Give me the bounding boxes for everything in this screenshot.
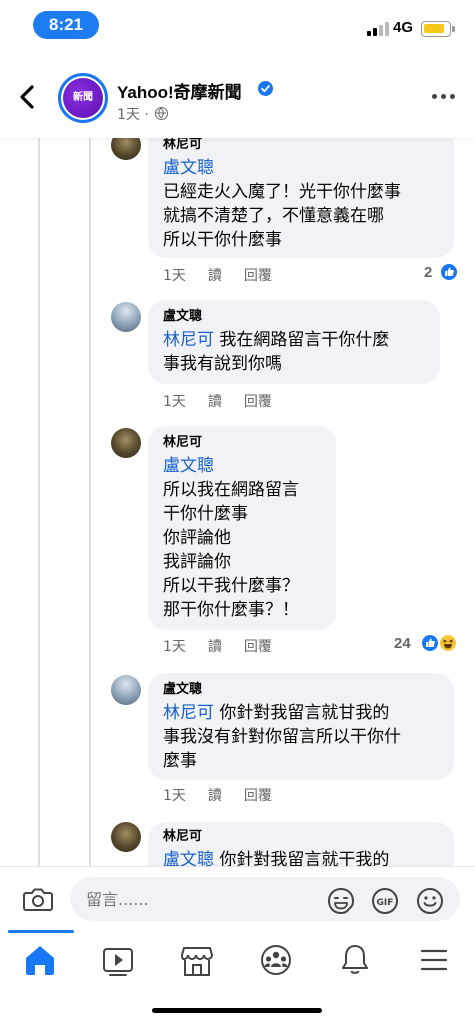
tab-home[interactable]	[18, 940, 62, 980]
comment-body: 所以我在網路留言 干你什麼事 你評論他 我評論你 所以干我什麼事？ 那干你什麼事…	[163, 480, 299, 620]
haha-icon	[438, 633, 458, 653]
comment-age: 1天	[163, 788, 186, 804]
sticker-icon[interactable]	[327, 887, 355, 915]
avatar[interactable]	[111, 822, 141, 852]
tab-active-indicator	[8, 930, 74, 933]
gif-icon[interactable]: GIF	[371, 887, 399, 915]
battery-icon	[421, 21, 455, 37]
comment-composer: GIF	[0, 866, 474, 930]
verified-icon	[258, 81, 273, 96]
comment-author[interactable]: 盧文聰	[163, 308, 426, 326]
back-icon[interactable]	[14, 82, 42, 112]
status-bar: 8:21 4G	[0, 0, 474, 52]
tab-groups[interactable]	[254, 940, 298, 980]
avatar-logo: 新聞	[63, 78, 103, 118]
reply-button[interactable]: 回覆	[244, 268, 272, 284]
mention-link[interactable]: 林尼可	[163, 330, 214, 350]
comment-author[interactable]: 林尼可	[163, 828, 440, 846]
read-button[interactable]: 讀	[208, 788, 222, 804]
reply-button[interactable]: 回覆	[244, 788, 272, 804]
avatar[interactable]	[111, 675, 141, 705]
comment-author[interactable]: 林尼可	[163, 434, 322, 452]
post-age: 1天 ·	[117, 107, 149, 123]
comment-text: 林尼可 我在網路留言干你什麼 事我有說到你嗎	[163, 328, 426, 376]
thread-line-inner	[89, 138, 91, 866]
svg-text:GIF: GIF	[377, 898, 394, 908]
avatar[interactable]	[111, 428, 141, 458]
like-icon	[439, 262, 459, 282]
menu-icon	[420, 949, 448, 971]
comment-actions: 1天 讀 回覆	[163, 785, 294, 805]
comment-input[interactable]	[70, 877, 460, 921]
thread-line-outer	[38, 138, 40, 866]
tab-menu[interactable]	[412, 940, 456, 980]
comment-text: 盧文聰 所以我在網路留言 干你什麼事 你評論他 我評論你 所以干我什麼事？ 那干…	[163, 454, 322, 622]
comment-bubble[interactable]: 盧文聰 林尼可 你針對我留言就甘我的 事我沒有針對你留言所以干你什 麼事	[148, 673, 454, 780]
comment-age: 1天	[163, 268, 186, 284]
comment-bubble[interactable]: 林尼可 盧文聰 已經走火入魔了！光干你什麼事 就搞不清楚了，不懂意義在哪 所以干…	[148, 128, 454, 258]
comment-bubble[interactable]: 盧文聰 林尼可 我在網路留言干你什麼 事我有說到你嗎	[148, 300, 440, 384]
comment-text: 林尼可 你針對我留言就甘我的 事我沒有針對你留言所以干你什 麼事	[163, 701, 440, 773]
comment-age: 1天	[163, 394, 186, 410]
reply-button[interactable]: 回覆	[244, 394, 272, 410]
post-header: 新聞 Yahoo!奇摩新聞 1天 ·	[0, 60, 474, 138]
read-button[interactable]: 讀	[208, 268, 222, 284]
tab-watch[interactable]	[96, 940, 140, 980]
home-icon	[26, 946, 54, 975]
comment-actions: 1天 讀 回覆	[163, 636, 294, 656]
emoji-icon[interactable]	[416, 887, 444, 915]
reply-button[interactable]: 回覆	[244, 639, 272, 655]
avatar[interactable]	[111, 302, 141, 332]
comment-actions: 1天 讀 回覆	[163, 391, 294, 411]
page-name[interactable]: Yahoo!奇摩新聞	[117, 78, 242, 103]
comment-author[interactable]: 林尼可	[163, 136, 440, 154]
comment-text: 盧文聰 已經走火入魔了！光干你什麼事 就搞不清楚了，不懂意義在哪 所以干你什麼事	[163, 156, 440, 252]
mention-link[interactable]: 盧文聰	[163, 456, 214, 476]
reaction-count[interactable]: 24	[394, 635, 411, 652]
tab-bar	[0, 930, 474, 1024]
read-button[interactable]: 讀	[208, 394, 222, 410]
bell-icon	[342, 945, 368, 974]
groups-icon	[261, 945, 291, 975]
tab-marketplace[interactable]	[175, 940, 219, 980]
mention-link[interactable]: 盧文聰	[163, 158, 214, 178]
reaction-count[interactable]: 2	[424, 264, 432, 281]
signal-icon	[367, 22, 389, 36]
more-options-icon[interactable]	[432, 94, 456, 100]
network-label: 4G	[393, 19, 414, 36]
status-time: 8:21	[33, 11, 99, 39]
comment-bubble[interactable]: 林尼可 盧文聰 所以我在網路留言 干你什麼事 你評論他 我評論你 所以干我什麼事…	[148, 426, 336, 630]
comment-body: 已經走火入魔了！光干你什麼事 就搞不清楚了，不懂意義在哪 所以干你什麼事	[163, 182, 401, 250]
home-indicator	[152, 1008, 322, 1013]
mention-link[interactable]: 林尼可	[163, 703, 214, 723]
video-icon	[103, 948, 133, 976]
like-icon	[420, 633, 440, 653]
comment-author[interactable]: 盧文聰	[163, 681, 440, 699]
comment-age: 1天	[163, 639, 186, 655]
camera-icon[interactable]	[22, 885, 54, 913]
comment-actions: 1天 讀 回覆	[163, 265, 294, 285]
page-avatar[interactable]: 新聞	[58, 73, 108, 123]
tab-notifications[interactable]	[333, 940, 377, 980]
globe-icon	[155, 107, 169, 120]
read-button[interactable]: 讀	[208, 639, 222, 655]
shop-icon	[180, 947, 214, 976]
post-meta: 1天 ·	[117, 104, 169, 124]
